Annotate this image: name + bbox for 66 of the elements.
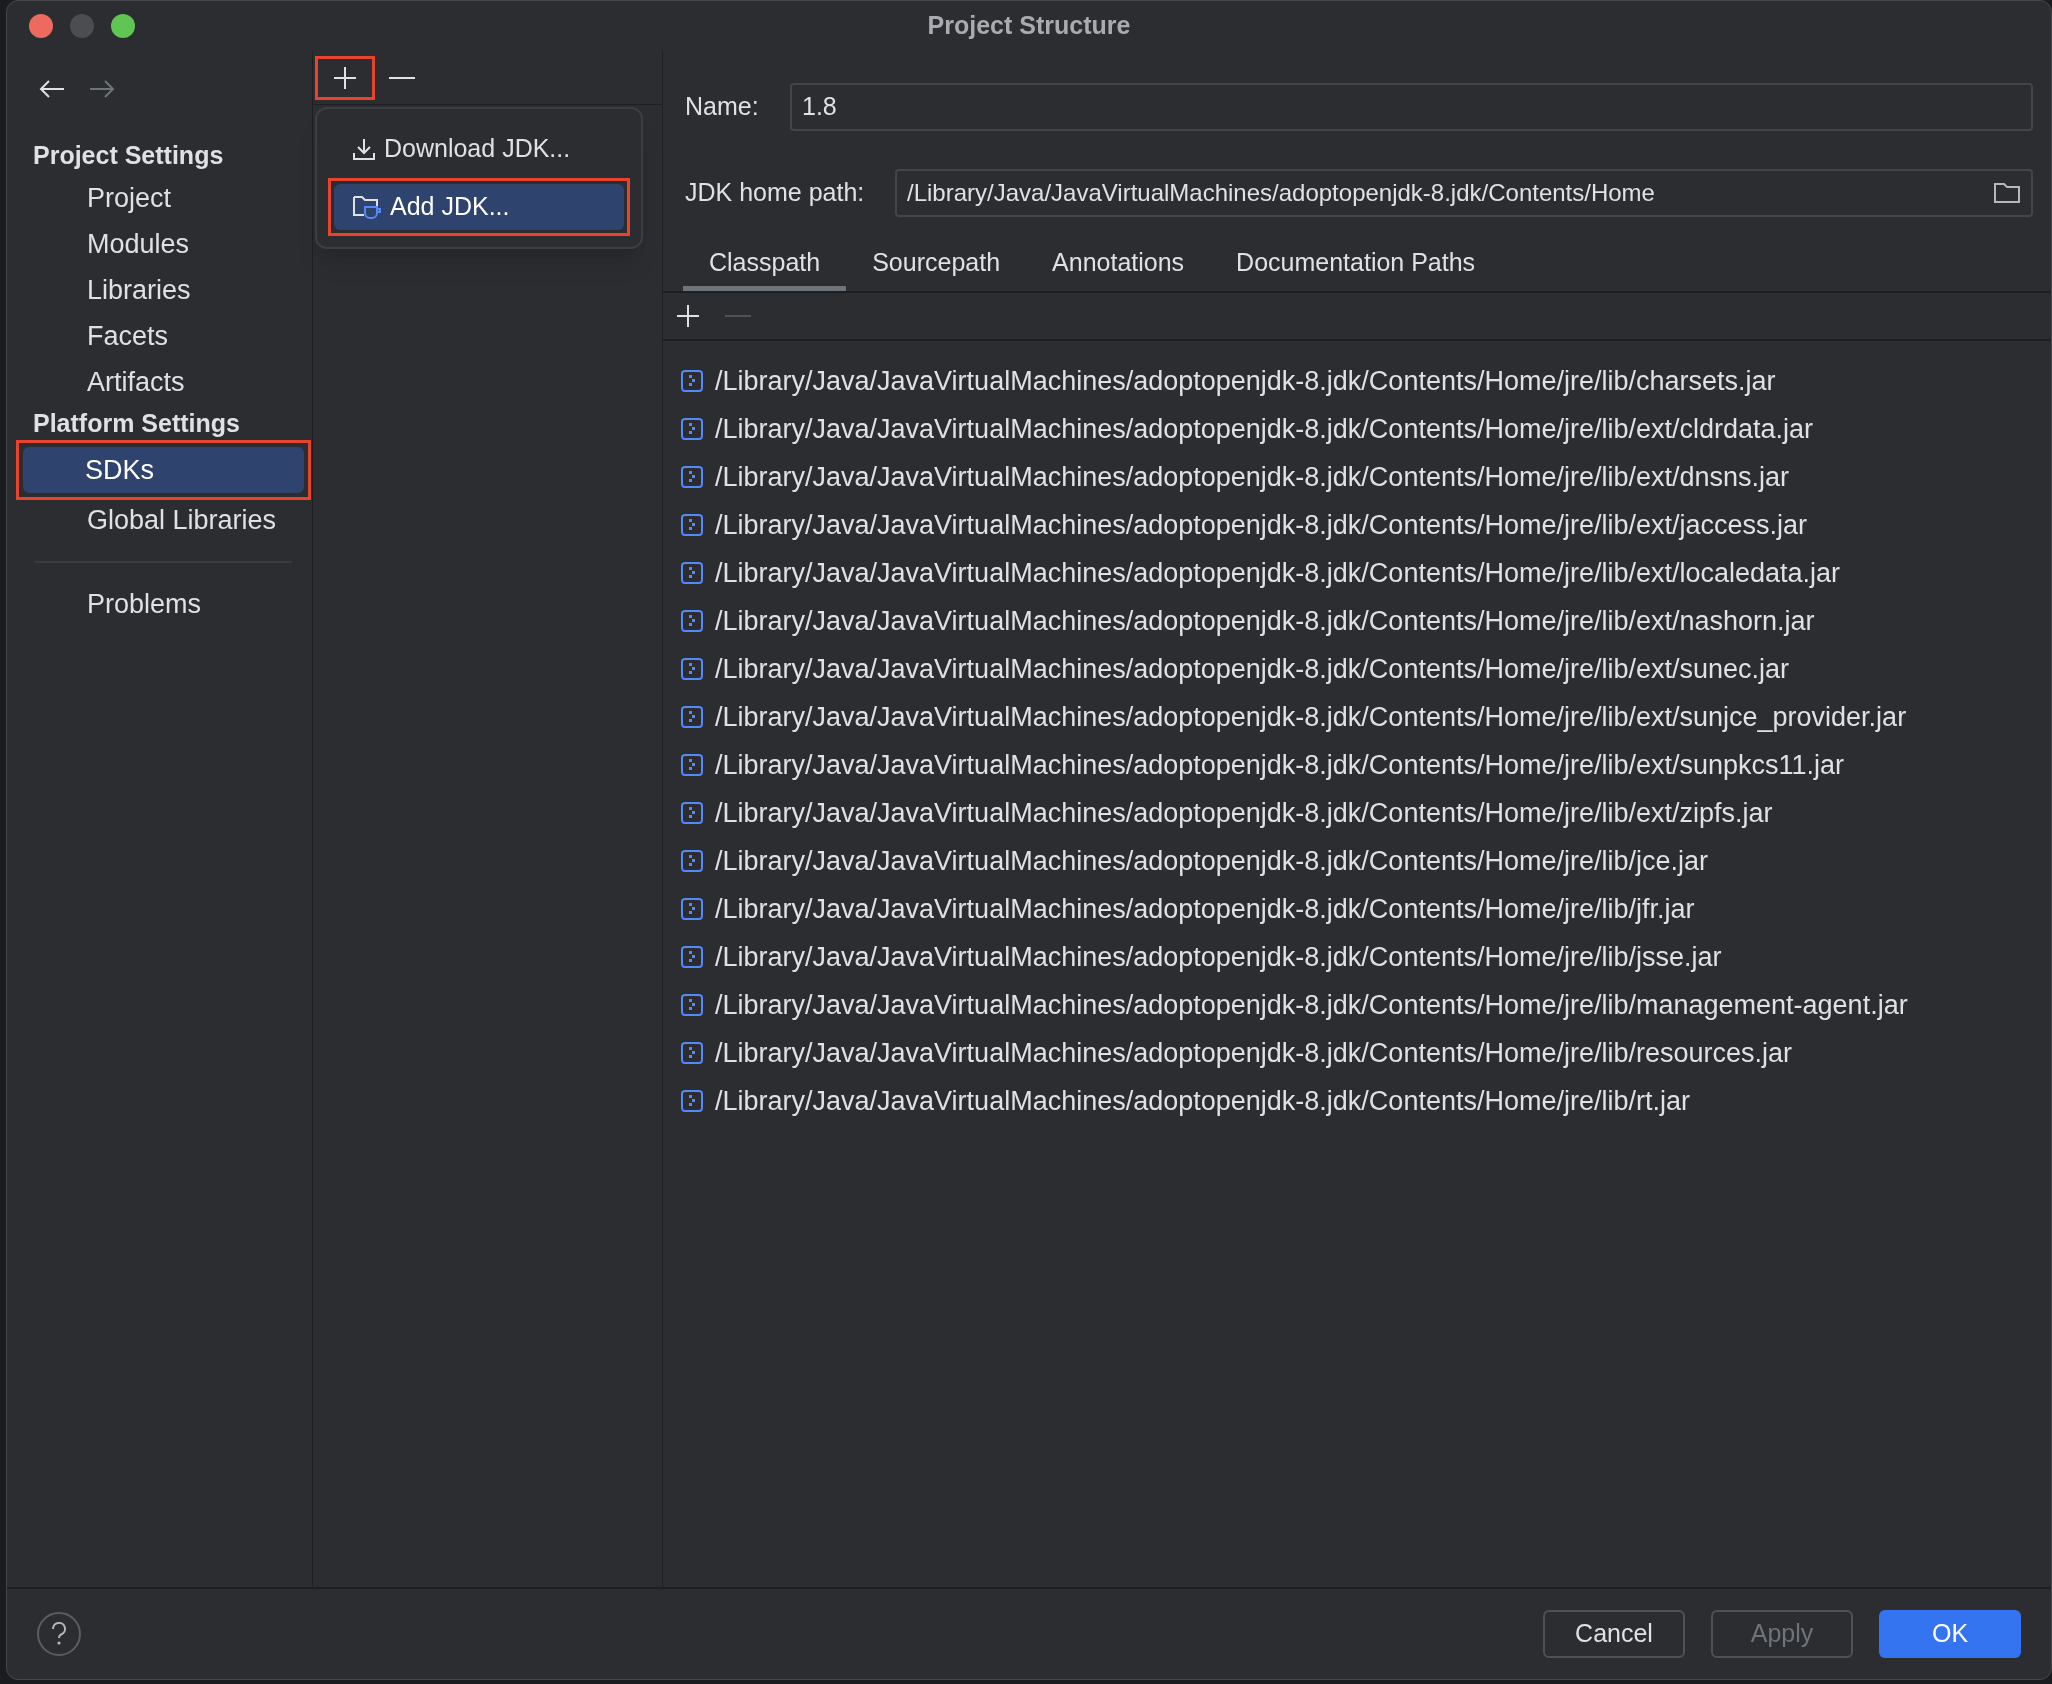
forward-arrow-icon[interactable] — [89, 79, 115, 99]
classpath-entry[interactable]: /Library/Java/JavaVirtualMachines/adoptopenjdk-8.jdk/Contents/Home/jre/lib/ext/cldrdata.jar — [715, 408, 1814, 450]
classpath-entry[interactable]: /Library/Java/JavaVirtualMachines/adoptopenjdk-8.jdk/Contents/Home/jre/lib/jfr.jar — [715, 888, 1695, 930]
sidebar-item[interactable]: Problems — [25, 581, 302, 627]
sidebar-item[interactable]: Facets — [25, 313, 302, 359]
back-arrow-icon[interactable] — [39, 79, 65, 99]
field-label: Name: — [685, 91, 760, 123]
section-heading: Platform Settings — [32, 408, 241, 440]
jar-file-icon — [681, 1042, 703, 1064]
classpath-entry[interactable]: /Library/Java/JavaVirtualMachines/adoptopenjdk-8.jdk/Contents/Home/jre/lib/resources.jar — [715, 1032, 1793, 1074]
download-icon — [352, 137, 376, 161]
jar-file-icon — [681, 418, 703, 440]
jar-file-icon — [681, 802, 703, 824]
classpath-entry[interactable]: /Library/Java/JavaVirtualMachines/adoptopenjdk-8.jdk/Contents/Home/jre/lib/rt.jar — [715, 1080, 1690, 1122]
folder-icon[interactable] — [1993, 181, 2021, 205]
tab[interactable]: Sourcepath — [846, 239, 1027, 291]
close-button[interactable] — [29, 14, 53, 38]
sidebar-item[interactable]: Global Libraries — [25, 497, 302, 543]
dialog-button[interactable]: OK — [1879, 1610, 2021, 1658]
help-button[interactable] — [37, 1612, 81, 1656]
window-title: Project Structure — [927, 10, 1131, 42]
tab[interactable]: Documentation Paths — [1210, 239, 1502, 291]
add-icon[interactable] — [332, 64, 358, 91]
jar-file-icon — [681, 658, 703, 680]
classpath-entry[interactable]: /Library/Java/JavaVirtualMachines/adoptopenjdk-8.jdk/Contents/Home/jre/lib/ext/nashorn.jar — [715, 600, 1815, 642]
question-mark-icon — [51, 1622, 67, 1646]
jar-file-icon — [681, 610, 703, 632]
menu-item[interactable]: Download JDK... — [334, 126, 624, 172]
sidebar-item[interactable]: Libraries — [25, 267, 302, 313]
classpath-entry[interactable]: /Library/Java/JavaVirtualMachines/adoptopenjdk-8.jdk/Contents/Home/jre/lib/management-agent.jar — [715, 984, 1908, 1026]
sidebar-item[interactable]: SDKs — [23, 447, 304, 493]
jar-file-icon — [681, 370, 703, 392]
jar-file-icon — [681, 946, 703, 968]
add-icon[interactable] — [675, 303, 701, 329]
classpath-entry[interactable]: /Library/Java/JavaVirtualMachines/adoptopenjdk-8.jdk/Contents/Home/jre/lib/jce.jar — [715, 840, 1708, 882]
folder-cup-icon — [352, 193, 382, 221]
classpath-entry[interactable]: /Library/Java/JavaVirtualMachines/adoptopenjdk-8.jdk/Contents/Home/jre/lib/ext/sunjce_provider.jar — [715, 696, 1907, 738]
input-field[interactable]: 1.8 — [790, 83, 2033, 131]
sidebar-item[interactable]: Artifacts — [25, 359, 302, 405]
tab[interactable]: Annotations — [1026, 239, 1211, 291]
field-label: JDK home path: — [685, 177, 866, 209]
jar-file-icon — [681, 994, 703, 1016]
classpath-entry[interactable]: /Library/Java/JavaVirtualMachines/adoptopenjdk-8.jdk/Contents/Home/jre/lib/jsse.jar — [715, 936, 1722, 978]
menu-item[interactable]: Add JDK... — [334, 184, 624, 230]
classpath-entry[interactable]: /Library/Java/JavaVirtualMachines/adoptopenjdk-8.jdk/Contents/Home/jre/lib/ext/zipfs.jar — [715, 792, 1773, 834]
classpath-entry[interactable]: /Library/Java/JavaVirtualMachines/adoptopenjdk-8.jdk/Contents/Home/jre/lib/ext/localedata.jar — [715, 552, 1841, 594]
sidebar-item[interactable]: Project — [25, 175, 302, 221]
zoom-button[interactable] — [111, 14, 135, 38]
input-field[interactable]: /Library/Java/JavaVirtualMachines/adoptopenjdk-8.jdk/Contents/Home — [895, 169, 2033, 217]
jar-file-icon — [681, 514, 703, 536]
classpath-entry[interactable]: /Library/Java/JavaVirtualMachines/adoptopenjdk-8.jdk/Contents/Home/jre/lib/ext/sunec.jar — [715, 648, 1790, 690]
jar-file-icon — [681, 706, 703, 728]
jar-file-icon — [681, 562, 703, 584]
tab[interactable]: Classpath — [683, 239, 847, 291]
sidebar-item[interactable]: Modules — [25, 221, 302, 267]
classpath-entry[interactable]: /Library/Java/JavaVirtualMachines/adoptopenjdk-8.jdk/Contents/Home/jre/lib/ext/jaccess.jar — [715, 504, 1808, 546]
section-heading: Project Settings — [32, 140, 225, 172]
dialog-button[interactable]: Cancel — [1543, 1610, 1685, 1658]
classpath-entry[interactable]: /Library/Java/JavaVirtualMachines/adoptopenjdk-8.jdk/Contents/Home/jre/lib/charsets.jar — [715, 360, 1776, 402]
classpath-entry[interactable]: /Library/Java/JavaVirtualMachines/adoptopenjdk-8.jdk/Contents/Home/jre/lib/ext/dnsns.jar — [715, 456, 1790, 498]
jar-file-icon — [681, 754, 703, 776]
jar-file-icon — [681, 850, 703, 872]
classpath-entry[interactable]: /Library/Java/JavaVirtualMachines/adoptopenjdk-8.jdk/Contents/Home/jre/lib/ext/sunpkcs11.jar — [715, 744, 1845, 786]
jar-file-icon — [681, 466, 703, 488]
jar-file-icon — [681, 898, 703, 920]
jar-file-icon — [681, 1090, 703, 1112]
